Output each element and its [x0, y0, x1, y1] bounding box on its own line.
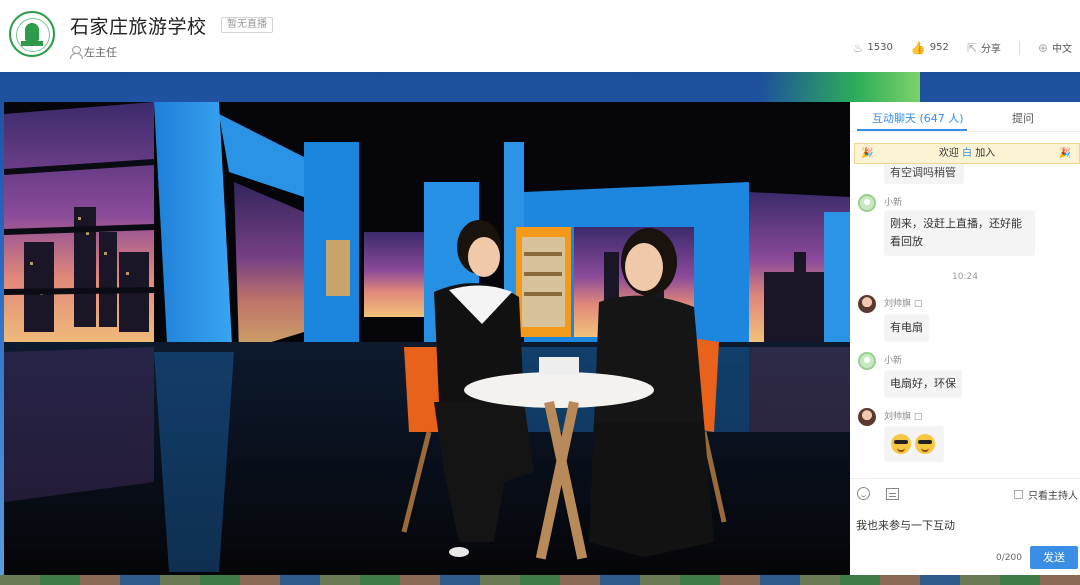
chat-message-bubble: 刚来，没赶上直播，还好能看回放 — [884, 210, 1035, 256]
send-button[interactable]: 发送 — [1030, 546, 1078, 569]
avatar[interactable] — [858, 194, 876, 212]
user-icon — [70, 46, 83, 59]
cool-emoji-icon — [891, 434, 911, 454]
flame-icon: ♨ — [852, 40, 864, 55]
avatar[interactable] — [858, 352, 876, 370]
chat-username: 刘帅旗 □ — [884, 409, 922, 422]
language-switch[interactable]: ⊕ 中文 — [1037, 40, 1072, 56]
popularity-stat: ♨ 1530 — [853, 41, 893, 55]
chat-panel: 互动聊天 (647 人) 提问 有空调吗稍管 🎉 欢迎 白 加入 🎉 小新 刚来… — [850, 102, 1080, 575]
char-counter: 0/200 — [996, 553, 1022, 563]
page-title: 石家庄旅游学校 — [70, 16, 207, 38]
tab-question[interactable]: 提问 — [1012, 110, 1034, 126]
welcome-suffix: 加入 — [975, 148, 996, 159]
only-host-checkbox[interactable] — [1014, 490, 1023, 499]
chat-input-area: 只看主持人 0/200 发送 — [850, 478, 1080, 575]
welcome-banner: 🎉 欢迎 白 加入 🎉 — [854, 143, 1080, 164]
user-badge: □ — [913, 412, 923, 422]
page-header: 石家庄旅游学校 暂无直播 左主任 ♨ 1530 👍 952 ⇱ 分享 ⊕ 中文 — [0, 0, 1080, 72]
chat-message-bubble: 电扇好，环保 — [884, 370, 962, 398]
live-status-badge: 暂无直播 — [221, 17, 273, 33]
emoji-icon[interactable] — [857, 487, 870, 500]
avatar[interactable] — [858, 408, 876, 426]
share-button[interactable]: ⇱ 分享 — [966, 40, 1001, 56]
chat-input[interactable] — [856, 509, 1074, 541]
tab-interactive-chat[interactable]: 互动聊天 (647 人) — [872, 110, 964, 126]
chat-username: 刘帅旗 □ — [884, 296, 922, 309]
bottom-strip — [0, 575, 1080, 585]
only-host-label: 只看主持人 — [1028, 491, 1078, 502]
share-icon: ⇱ — [966, 40, 977, 55]
thumbs-up-icon: 👍 — [910, 40, 926, 55]
party-icon: 🎉 — [861, 148, 874, 159]
active-tab-indicator — [857, 129, 967, 131]
chat-username-text: 刘帅旗 — [884, 299, 912, 309]
school-logo-icon[interactable] — [9, 11, 55, 57]
chat-message-bubble: 有电扇 — [884, 314, 929, 342]
chat-emoji-bubble — [884, 426, 944, 462]
popularity-count: 1530 — [867, 42, 893, 53]
welcome-prefix: 欢迎 — [938, 148, 959, 159]
cool-emoji-icon — [915, 434, 935, 454]
chat-timestamp: 10:24 — [952, 272, 978, 282]
chat-username-text: 刘帅旗 — [884, 412, 912, 422]
video-frame — [4, 102, 850, 575]
user-badge: □ — [913, 299, 923, 309]
avatar[interactable] — [858, 295, 876, 313]
chat-tabs: 互动聊天 (647 人) 提问 — [850, 102, 1080, 132]
welcome-user: 白 — [962, 148, 972, 159]
globe-icon: ⊕ — [1037, 40, 1048, 55]
host-info: 左主任 — [70, 44, 117, 60]
like-count: 952 — [929, 42, 949, 53]
language-label: 中文 — [1052, 44, 1072, 55]
host-name: 左主任 — [84, 46, 117, 59]
stats-bar: ♨ 1530 👍 952 ⇱ 分享 ⊕ 中文 — [835, 40, 1072, 55]
only-host-toggle[interactable]: 只看主持人 — [1014, 487, 1078, 502]
video-player[interactable] — [4, 102, 850, 575]
chat-username: 小新 — [884, 198, 903, 208]
text-icon[interactable] — [886, 488, 899, 500]
chat-username: 小新 — [884, 356, 903, 366]
share-label: 分享 — [980, 44, 1001, 55]
divider — [1018, 40, 1020, 55]
like-button[interactable]: 👍 952 — [911, 41, 949, 55]
party-icon: 🎉 — [1058, 148, 1071, 159]
